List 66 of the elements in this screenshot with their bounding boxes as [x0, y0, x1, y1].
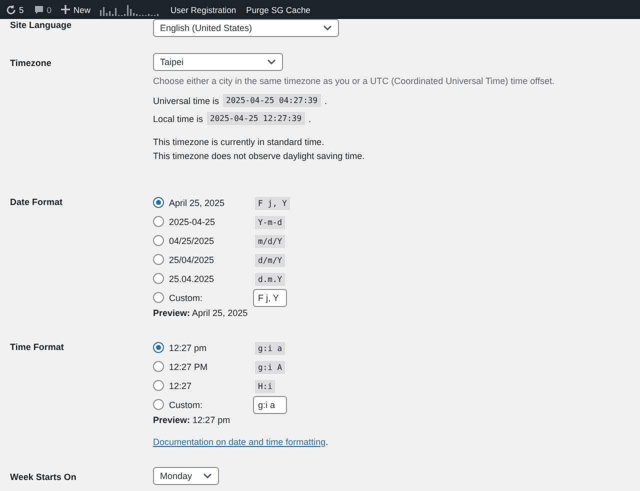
format-code: d/m/Y — [255, 254, 286, 266]
time-code: 2025-04-25 04:27:39 — [223, 94, 321, 107]
period-text: . — [308, 114, 312, 124]
format-code: m/d/Y — [255, 234, 286, 248]
comment-icon — [34, 4, 44, 14]
info-text: This timezone is currently in standard time. — [153, 136, 326, 149]
radio-button[interactable] — [153, 197, 164, 208]
format-code: H:i — [255, 380, 276, 392]
admin-bar-link[interactable]: Purge SG Cache — [246, 4, 310, 14]
new-label: New — [73, 4, 90, 14]
info-label: Local time is — [153, 114, 204, 124]
radio-button[interactable] — [153, 273, 164, 284]
radio-button[interactable] — [153, 235, 164, 246]
radio-button[interactable] — [153, 380, 164, 391]
field-label: Site Language — [10, 19, 73, 32]
radio-button[interactable] — [153, 342, 164, 353]
chevron-down-icon — [323, 25, 332, 31]
preview-text: Preview: 12:27 pm — [153, 415, 232, 425]
option-label: 12:27 — [169, 380, 192, 390]
format-code: g:i A — [255, 360, 286, 374]
description-text: Choose either a city in the same timezone as you or a UTC (Coordinated Universal Time) time offset. — [153, 76, 556, 86]
language-select[interactable]: English (United States) — [153, 19, 339, 37]
option-label: 25.04.2025 — [169, 274, 214, 284]
week-start-select[interactable]: Monday — [153, 467, 219, 485]
option-label: Custom: — [169, 400, 203, 410]
field-label: Timezone — [10, 57, 52, 70]
radio-button[interactable] — [153, 361, 164, 372]
comments-item[interactable]: 0 — [34, 4, 52, 14]
radio-button[interactable] — [153, 292, 164, 303]
format-code: F j, Y — [255, 196, 290, 210]
plus-icon — [61, 5, 70, 14]
radio-button[interactable] — [153, 399, 164, 410]
period-text: . — [324, 96, 328, 106]
refresh-icon — [6, 4, 16, 14]
timezone-select[interactable]: Taipei — [153, 53, 283, 71]
chevron-down-icon — [267, 59, 276, 65]
info-text: This timezone does not observe daylight saving time. — [153, 150, 366, 163]
documentation-link[interactable]: Documentation on date and time formatting — [153, 437, 326, 447]
admin-bar-link[interactable]: User Registration — [170, 4, 236, 14]
option-label: April 25, 2025 — [169, 198, 225, 208]
documentation-text: Documentation on date and time formatting. — [153, 437, 330, 447]
comments-count: 0 — [46, 4, 52, 14]
radio-button[interactable] — [153, 254, 164, 265]
field-label: Date Format — [10, 196, 64, 209]
option-label: 12:27 pm — [169, 342, 207, 352]
info-label: Universal time is — [153, 96, 220, 106]
format-code: d.m.Y — [255, 272, 286, 286]
custom-format-field[interactable]: g:i a — [253, 396, 287, 414]
preview-text: Preview: April 25, 2025 — [153, 308, 249, 318]
option-label: 12:27 PM — [169, 362, 208, 372]
stats-graph-drawing[interactable] — [100, 3, 160, 16]
option-label: 2025-04-25 — [169, 216, 216, 226]
time-code: 2025-04-25 12:27:39 — [207, 112, 305, 125]
custom-format-field[interactable]: F j, Y — [253, 288, 287, 306]
option-label: 04/25/2025 — [169, 236, 214, 246]
option-label: Custom: — [169, 292, 203, 302]
new-item[interactable]: New — [61, 4, 90, 14]
updates-item[interactable]: 5 — [6, 4, 24, 14]
updates-count: 5 — [19, 4, 24, 14]
format-code: Y-m-d — [255, 216, 286, 228]
field-label: Time Format — [10, 341, 65, 354]
option-label: 25/04/2025 — [169, 254, 214, 264]
chevron-down-icon — [203, 473, 212, 479]
radio-button[interactable] — [153, 216, 164, 227]
field-label: Week Starts On — [10, 471, 78, 484]
format-code: g:i a — [255, 342, 286, 354]
